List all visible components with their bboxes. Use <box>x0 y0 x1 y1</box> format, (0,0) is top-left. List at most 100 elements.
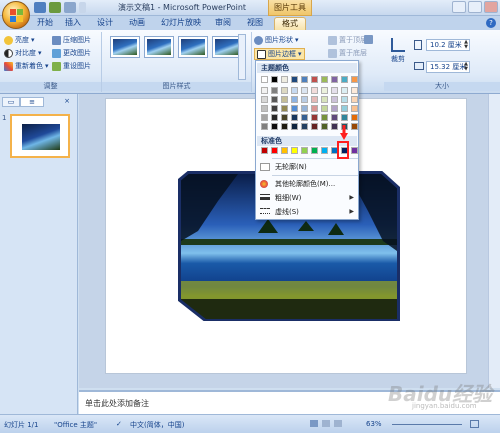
tab-format[interactable]: 格式 <box>274 17 306 30</box>
standard-color-swatch[interactable] <box>351 147 358 154</box>
theme-color-swatch[interactable] <box>271 76 278 83</box>
maximize-button[interactable] <box>468 1 482 13</box>
styles-gallery-scroll[interactable] <box>238 34 246 80</box>
tab-outline[interactable]: ≡ <box>20 97 44 107</box>
style-thumb-1[interactable] <box>110 36 140 58</box>
theme-color-swatch[interactable] <box>341 87 348 94</box>
tab-slides[interactable]: ▭ <box>2 97 20 107</box>
office-button[interactable] <box>2 1 30 29</box>
picture-border-button[interactable]: 图片边框 ▾ <box>254 48 305 60</box>
theme-color-swatch[interactable] <box>331 96 338 103</box>
send-to-back-button[interactable]: 置于底层 <box>328 48 367 58</box>
style-thumb-3[interactable] <box>178 36 208 58</box>
theme-color-swatch[interactable] <box>351 87 358 94</box>
theme-color-swatch[interactable] <box>331 87 338 94</box>
minimize-button[interactable] <box>452 1 466 13</box>
theme-color-swatch[interactable] <box>281 105 288 112</box>
theme-color-swatch[interactable] <box>311 76 318 83</box>
theme-color-swatch[interactable] <box>311 105 318 112</box>
view-normal-icon[interactable] <box>310 420 318 427</box>
theme-color-swatch[interactable] <box>271 114 278 121</box>
theme-color-swatch[interactable] <box>271 123 278 130</box>
dashes-item[interactable]: 虚线(S) ▶ <box>257 206 357 218</box>
more-outline-colors-item[interactable]: 其他轮廓颜色(M)... <box>257 178 357 190</box>
theme-color-swatch[interactable] <box>351 96 358 103</box>
picture-shape-button[interactable]: 图片形状 ▾ <box>254 35 299 45</box>
theme-color-swatch[interactable] <box>341 114 348 121</box>
theme-color-swatch[interactable] <box>291 123 298 130</box>
theme-color-swatch[interactable] <box>321 87 328 94</box>
tab-home[interactable]: 开始 <box>34 17 56 30</box>
style-thumb-2[interactable] <box>144 36 174 58</box>
theme-color-swatch[interactable] <box>281 96 288 103</box>
undo-icon[interactable] <box>49 2 61 13</box>
standard-color-swatch[interactable] <box>291 147 298 154</box>
spellcheck-icon[interactable]: ✓ <box>116 420 122 428</box>
theme-color-swatch[interactable] <box>261 87 268 94</box>
panel-close-icon[interactable]: × <box>62 97 72 107</box>
bring-to-front-button[interactable]: 置于顶层 <box>328 35 367 45</box>
theme-color-swatch[interactable] <box>331 105 338 112</box>
zoom-slider[interactable] <box>392 424 462 425</box>
theme-color-swatch[interactable] <box>291 105 298 112</box>
tab-insert[interactable]: 插入 <box>62 17 84 30</box>
theme-color-swatch[interactable] <box>311 87 318 94</box>
theme-color-swatch[interactable] <box>301 123 308 130</box>
tab-animations[interactable]: 动画 <box>126 17 148 30</box>
standard-color-swatch[interactable] <box>261 147 268 154</box>
standard-color-swatch[interactable] <box>311 147 318 154</box>
vertical-scrollbar[interactable] <box>488 94 500 388</box>
theme-color-swatch[interactable] <box>261 114 268 121</box>
theme-color-swatch[interactable] <box>281 76 288 83</box>
theme-color-swatch[interactable] <box>301 76 308 83</box>
theme-color-swatch[interactable] <box>341 76 348 83</box>
view-sorter-icon[interactable] <box>322 420 330 427</box>
standard-color-swatch[interactable] <box>321 147 328 154</box>
width-field[interactable]: 15.32 厘米 ▲ ▼ <box>426 61 470 73</box>
theme-color-swatch[interactable] <box>341 96 348 103</box>
theme-color-swatch[interactable] <box>321 105 328 112</box>
theme-color-swatch[interactable] <box>261 96 268 103</box>
theme-color-swatch[interactable] <box>271 87 278 94</box>
save-icon[interactable] <box>34 2 46 13</box>
theme-color-swatch[interactable] <box>321 114 328 121</box>
theme-color-swatch[interactable] <box>311 123 318 130</box>
tab-design[interactable]: 设计 <box>94 17 116 30</box>
theme-color-swatch[interactable] <box>321 96 328 103</box>
standard-color-swatch[interactable] <box>281 147 288 154</box>
reset-picture-button[interactable]: 重设图片 <box>52 61 91 71</box>
theme-color-swatch[interactable] <box>261 76 268 83</box>
theme-color-swatch[interactable] <box>351 76 358 83</box>
theme-color-swatch[interactable] <box>341 105 348 112</box>
theme-color-swatch[interactable] <box>351 123 358 130</box>
theme-color-swatch[interactable] <box>331 123 338 130</box>
tab-slideshow[interactable]: 幻灯片放映 <box>158 17 204 30</box>
theme-color-swatch[interactable] <box>301 114 308 121</box>
theme-color-swatch[interactable] <box>291 114 298 121</box>
height-field[interactable]: 10.2 厘米 ▲ ▼ <box>426 39 470 51</box>
align-button[interactable] <box>364 35 373 44</box>
tab-review[interactable]: 审阅 <box>212 17 234 30</box>
theme-color-swatch[interactable] <box>331 76 338 83</box>
weight-item[interactable]: 粗细(W) ▶ <box>257 192 357 204</box>
theme-color-swatch[interactable] <box>311 96 318 103</box>
standard-color-swatch[interactable] <box>271 147 278 154</box>
theme-color-swatch[interactable] <box>281 123 288 130</box>
theme-color-swatch[interactable] <box>261 123 268 130</box>
customize-qat-icon[interactable] <box>79 2 86 13</box>
theme-color-swatch[interactable] <box>291 76 298 83</box>
crop-button[interactable]: 裁剪 <box>388 36 408 70</box>
theme-color-swatch[interactable] <box>281 87 288 94</box>
theme-color-swatch[interactable] <box>291 96 298 103</box>
theme-color-swatch[interactable] <box>331 114 338 121</box>
theme-color-swatch[interactable] <box>291 87 298 94</box>
recolor-button[interactable]: 重新着色 ▾ <box>4 61 49 71</box>
theme-color-swatch[interactable] <box>351 114 358 121</box>
redo-icon[interactable] <box>64 2 76 13</box>
tab-view[interactable]: 视图 <box>244 17 266 30</box>
contrast-button[interactable]: 对比度 ▾ <box>4 48 42 58</box>
theme-color-swatch[interactable] <box>271 105 278 112</box>
no-outline-item[interactable]: 无轮廓(N) <box>257 161 357 173</box>
brightness-button[interactable]: 亮度 ▾ <box>4 35 35 45</box>
help-icon[interactable]: ? <box>486 18 496 28</box>
